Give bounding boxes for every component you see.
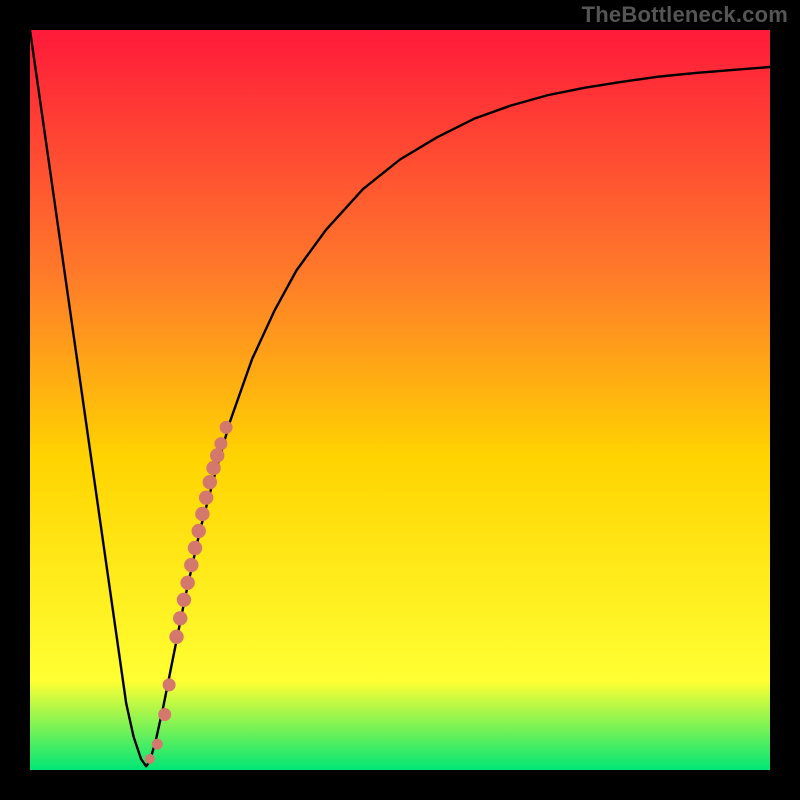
bottleneck-chart — [0, 0, 800, 800]
data-dot — [195, 507, 209, 521]
data-dot — [188, 541, 202, 555]
chart-frame: { "watermark": "TheBottleneck.com", "col… — [0, 0, 800, 800]
data-dot — [210, 448, 224, 462]
data-dot — [220, 421, 233, 434]
frame-left — [0, 0, 30, 800]
data-dot — [173, 611, 187, 625]
data-dot — [192, 524, 206, 538]
data-dot — [180, 576, 194, 590]
data-dot — [152, 739, 163, 750]
data-dot — [206, 461, 220, 475]
data-dot — [184, 558, 198, 572]
data-dot — [199, 490, 213, 504]
data-dot — [203, 475, 217, 489]
frame-right — [770, 0, 800, 800]
data-dot — [169, 630, 183, 644]
data-dot — [214, 437, 227, 450]
watermark-text: TheBottleneck.com — [582, 2, 788, 28]
data-dot — [177, 593, 191, 607]
data-dot — [145, 754, 155, 764]
data-dot — [163, 678, 176, 691]
frame-bottom — [0, 770, 800, 800]
data-dot — [158, 708, 171, 721]
gradient-background — [30, 30, 770, 770]
